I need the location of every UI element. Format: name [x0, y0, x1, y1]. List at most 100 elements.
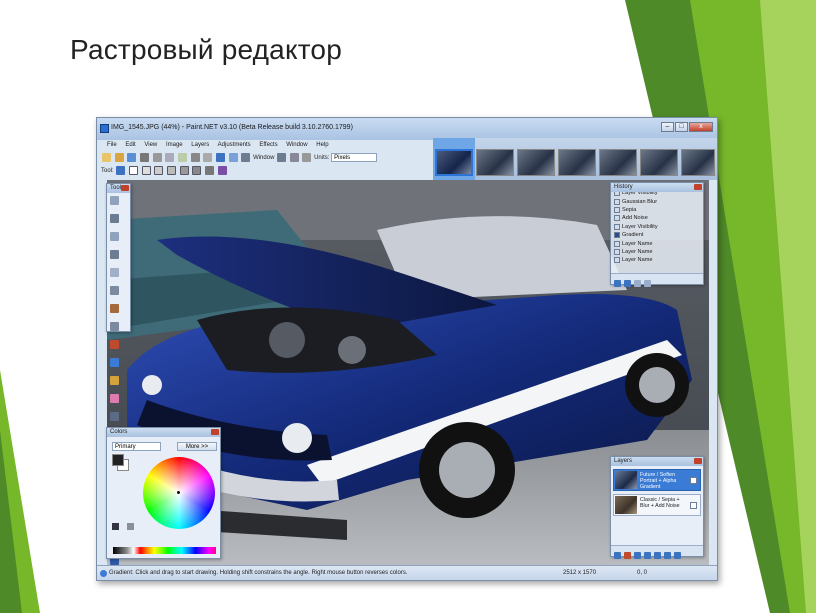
new-icon[interactable]: [102, 153, 111, 162]
rectangle-select-tool[interactable]: [110, 196, 119, 205]
menu-effects[interactable]: Effects: [259, 142, 277, 148]
palette-menu-icon[interactable]: [127, 523, 134, 530]
units-select[interactable]: Pixels: [331, 153, 378, 162]
swap-colors-icon[interactable]: [112, 523, 119, 530]
image-thumbnail[interactable]: [558, 149, 596, 176]
ellipse-select-tool[interactable]: [110, 268, 119, 277]
eraser-tool[interactable]: [110, 394, 119, 403]
layer-row[interactable]: Future / Soften Portrait + Alpha Gradien…: [613, 469, 701, 491]
image-thumbnail[interactable]: [640, 149, 678, 176]
image-thumbnail[interactable]: [476, 149, 514, 176]
paintnet-window: IMG_1545.JPG (44%) - Paint.NET v3.10 (Be…: [96, 117, 718, 581]
close-icon[interactable]: [694, 458, 702, 464]
close-button[interactable]: x: [689, 122, 713, 132]
layer-properties-icon[interactable]: [674, 552, 681, 559]
gradient-reflected-icon[interactable]: [141, 166, 151, 175]
menu-view[interactable]: View: [144, 142, 157, 148]
grid-icon[interactable]: [289, 153, 299, 162]
close-icon[interactable]: [694, 184, 702, 190]
paintbrush-tool[interactable]: [110, 376, 119, 385]
history-item-label: Gradient: [622, 232, 644, 239]
move-selection-tool[interactable]: [110, 250, 119, 259]
current-tool-icon[interactable]: [116, 166, 126, 175]
color-mode-select[interactable]: Primary: [112, 442, 161, 451]
move-tool[interactable]: [110, 214, 119, 223]
layer-visibility-checkbox[interactable]: [690, 502, 697, 509]
deselect-icon[interactable]: [203, 153, 213, 162]
zoom-tool[interactable]: [110, 286, 119, 295]
add-layer-icon[interactable]: [614, 552, 621, 559]
layer-visibility-checkbox[interactable]: [690, 477, 697, 484]
move-down-icon[interactable]: [664, 552, 671, 559]
zoom-icon[interactable]: [241, 153, 251, 162]
rewind-icon[interactable]: [614, 280, 621, 287]
menu-help[interactable]: Help: [316, 142, 328, 148]
gradient-diamond-icon[interactable]: [154, 166, 164, 175]
image-thumbnail[interactable]: [517, 149, 555, 176]
redo-icon[interactable]: [634, 280, 641, 287]
merge-layer-icon[interactable]: [644, 552, 651, 559]
history-item[interactable]: Gaussian Blur: [611, 197, 703, 205]
history-item[interactable]: Add Noise: [611, 214, 703, 222]
color-mode-icon[interactable]: [192, 166, 202, 175]
print-icon[interactable]: [140, 153, 150, 162]
close-icon[interactable]: [121, 185, 129, 191]
close-icon[interactable]: [211, 429, 219, 435]
gradient-tool-icon: [100, 570, 107, 577]
color-palette[interactable]: [113, 547, 216, 554]
main-toolbar: Window Units: Pixels: [97, 152, 433, 165]
image-thumbnail[interactable]: [599, 149, 637, 176]
menu-file[interactable]: File: [107, 142, 117, 148]
fast-forward-icon[interactable]: [644, 280, 651, 287]
menu-window[interactable]: Window: [286, 142, 307, 148]
image-thumbnail[interactable]: [681, 149, 715, 176]
zoom-select[interactable]: Window: [253, 155, 274, 161]
history-item[interactable]: Layer Visibility: [611, 223, 703, 231]
cut-icon[interactable]: [152, 153, 162, 162]
delete-layer-icon[interactable]: [624, 552, 631, 559]
blend-mode-icon[interactable]: [217, 166, 227, 175]
colors-panel: Colors Primary More >>: [106, 427, 221, 559]
zoom-in-icon[interactable]: [277, 153, 287, 162]
history-item[interactable]: Layer Name: [611, 256, 703, 264]
copy-icon[interactable]: [165, 153, 175, 162]
maximize-button[interactable]: □: [675, 122, 688, 132]
move-up-icon[interactable]: [654, 552, 661, 559]
history-item[interactable]: Layer Name: [611, 239, 703, 247]
duplicate-layer-icon[interactable]: [634, 552, 641, 559]
layers-toolbar: [611, 545, 703, 559]
antialias-icon[interactable]: [205, 166, 215, 175]
paste-icon[interactable]: [178, 153, 188, 162]
save-icon[interactable]: [127, 153, 137, 162]
gradient-radial-icon[interactable]: [167, 166, 177, 175]
slide-title: Растровый редактор: [70, 34, 342, 65]
more-colors-button[interactable]: More >>: [177, 442, 217, 451]
pan-tool[interactable]: [110, 322, 119, 331]
history-item[interactable]: Gradient: [611, 231, 703, 239]
menu-image[interactable]: Image: [166, 142, 183, 148]
gradient-linear-icon[interactable]: [129, 166, 139, 175]
redo-icon[interactable]: [228, 153, 238, 162]
paint-bucket-tool[interactable]: [110, 340, 119, 349]
open-icon[interactable]: [114, 153, 124, 162]
minimize-button[interactable]: –: [661, 122, 674, 132]
primary-color-swatch[interactable]: [112, 454, 124, 466]
menu-layers[interactable]: Layers: [191, 142, 209, 148]
ruler-icon[interactable]: [302, 153, 312, 162]
image-thumbnail[interactable]: [435, 149, 473, 176]
undo-icon[interactable]: [624, 280, 631, 287]
crop-icon[interactable]: [190, 153, 200, 162]
pencil-tool[interactable]: [110, 412, 119, 421]
units-label: Units:: [314, 154, 330, 161]
magic-wand-tool[interactable]: [110, 304, 119, 313]
menu-edit[interactable]: Edit: [125, 142, 135, 148]
layer-row[interactable]: Classic / Sepia + Blur + Add Noise: [613, 494, 701, 516]
gradient-conical-icon[interactable]: [179, 166, 189, 175]
lasso-tool[interactable]: [110, 232, 119, 241]
undo-icon[interactable]: [216, 153, 226, 162]
history-item[interactable]: Sepia: [611, 206, 703, 214]
menu-adjustments[interactable]: Adjustments: [218, 142, 251, 148]
gradient-tool[interactable]: [110, 358, 119, 367]
history-item-icon: [614, 257, 620, 264]
history-item[interactable]: Layer Name: [611, 248, 703, 256]
